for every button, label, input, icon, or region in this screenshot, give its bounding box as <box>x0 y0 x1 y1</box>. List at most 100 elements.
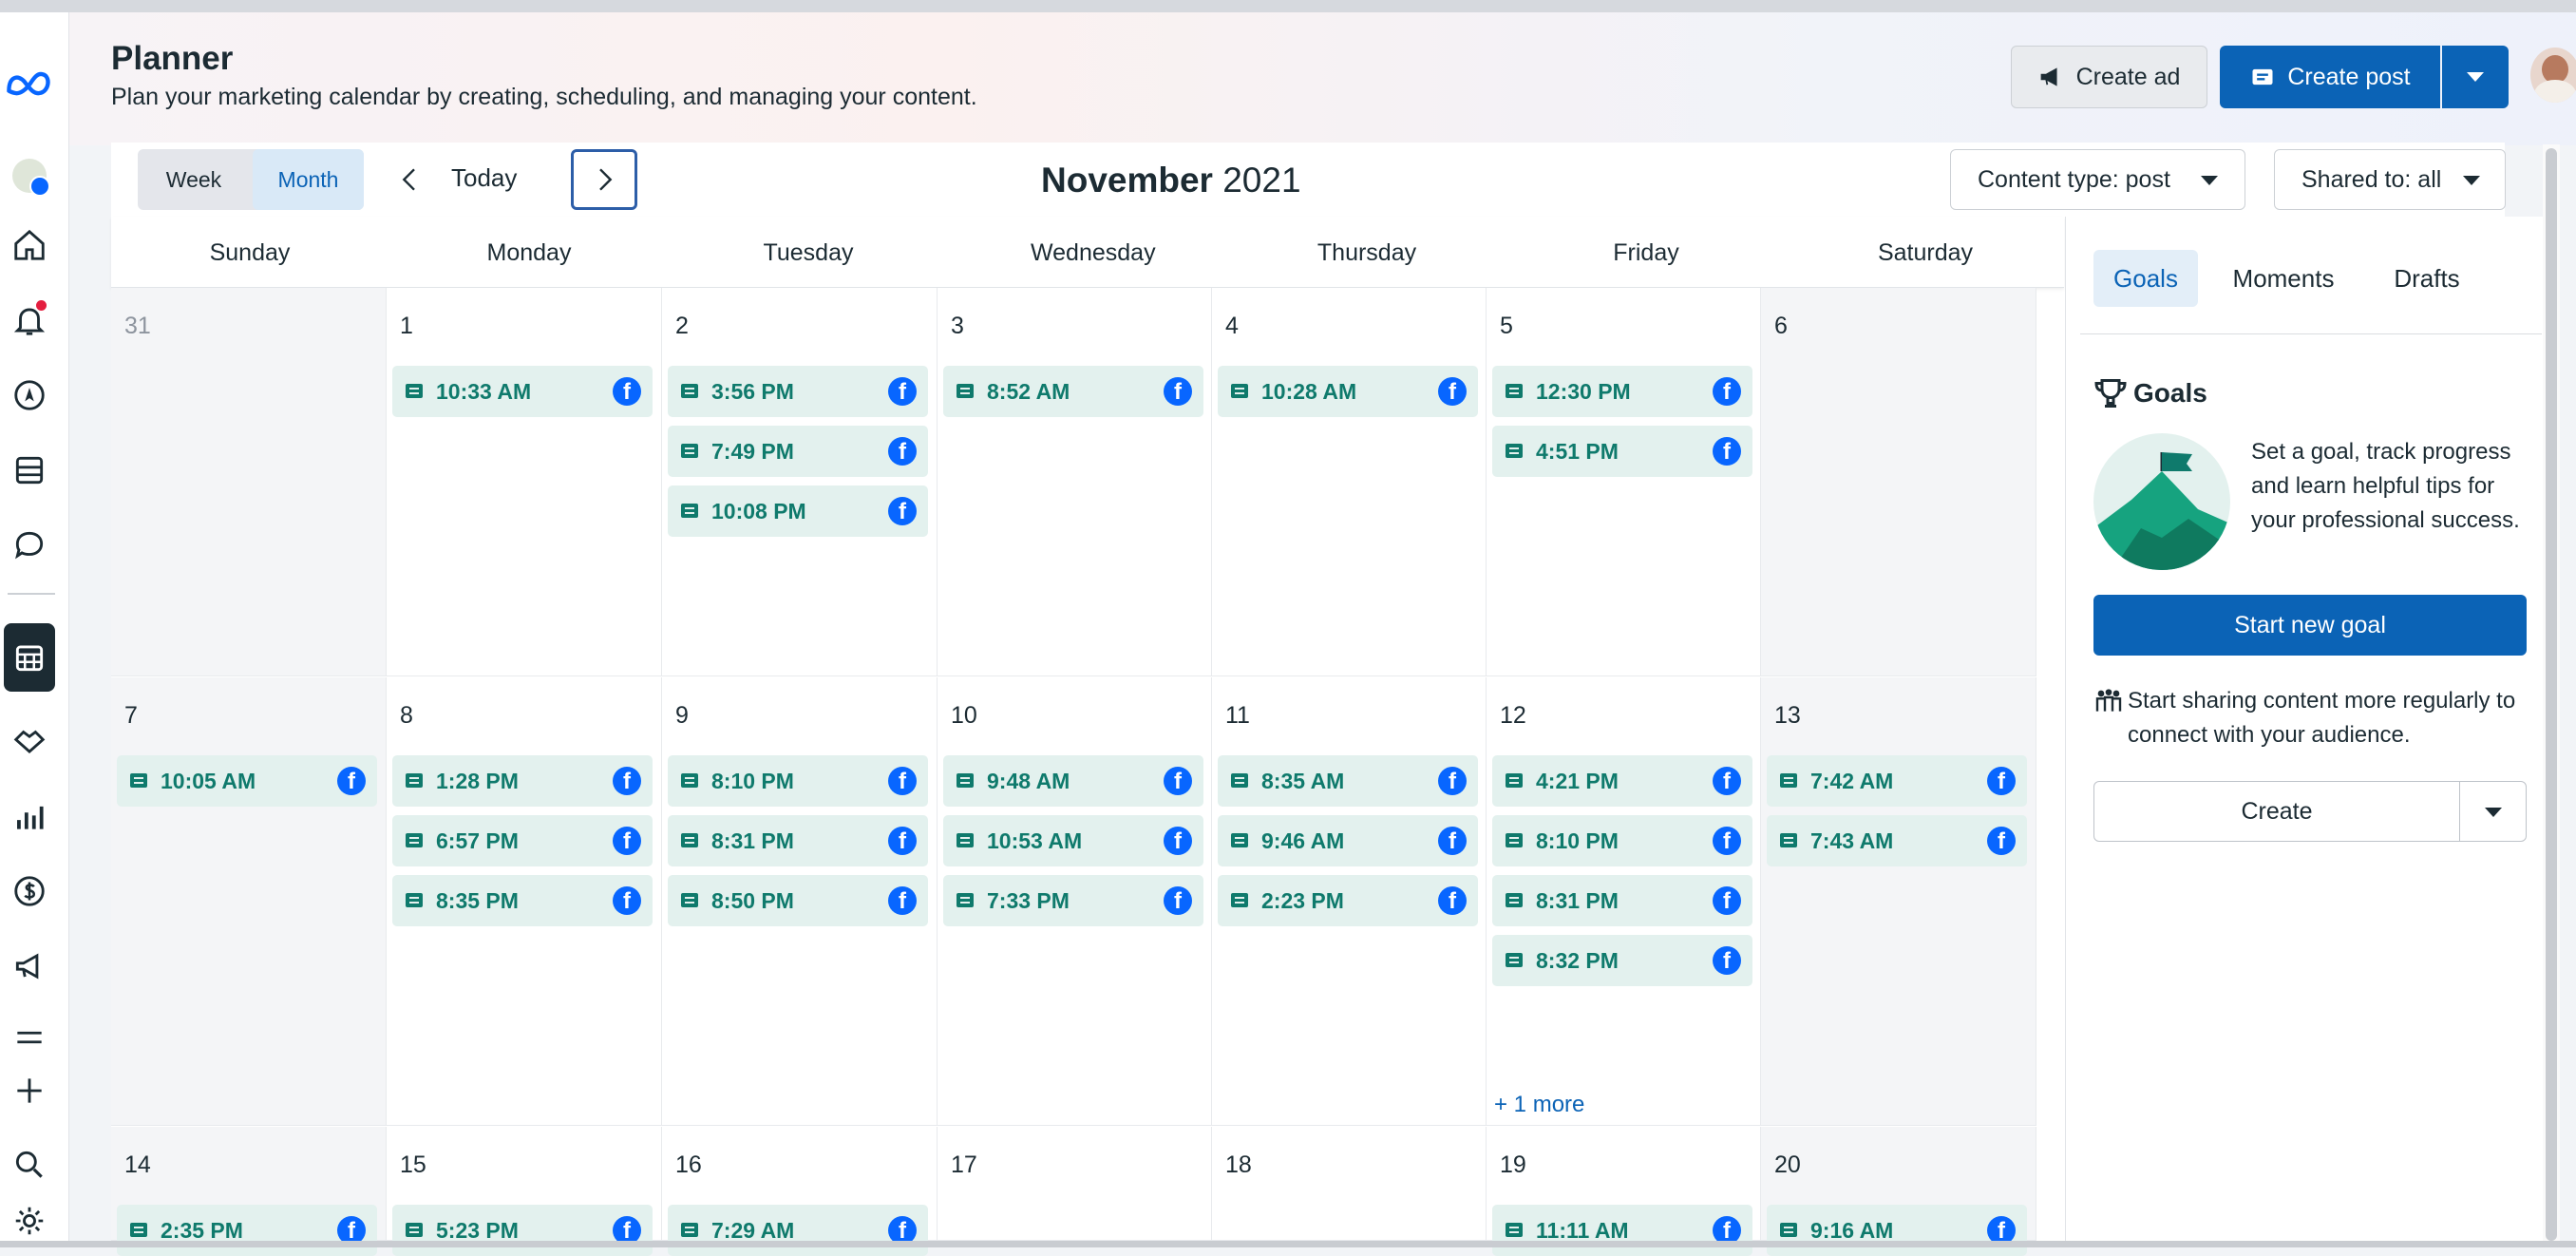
calendar-day-cell[interactable]: 10 9:48 AM f 10:53 AM f 7:33 PM f <box>938 677 1212 1126</box>
settings-gear-icon[interactable] <box>4 1195 55 1246</box>
scheduled-post-event[interactable]: 7:42 AM f <box>1767 755 2027 807</box>
browser-top-strip <box>0 0 2576 12</box>
more-events-link[interactable]: + 1 more <box>1494 1092 1584 1118</box>
scheduled-post-event[interactable]: 8:10 PM f <box>668 755 928 807</box>
tab-drafts[interactable]: Drafts <box>2375 250 2479 307</box>
scheduled-post-event[interactable]: 10:08 PM f <box>668 485 928 537</box>
inbox-chat-icon[interactable] <box>4 520 55 571</box>
insights-bar-chart-icon[interactable] <box>4 791 55 843</box>
calendar-day-cell[interactable]: 13 7:42 AM f 7:43 AM f <box>1761 677 2036 1126</box>
content-library-icon[interactable] <box>4 445 55 496</box>
scheduled-post-event[interactable]: 9:16 AM f <box>1767 1205 2027 1256</box>
scheduled-post-event[interactable]: 6:57 PM f <box>392 815 653 866</box>
scheduled-post-event[interactable]: 8:10 PM f <box>1492 815 1752 866</box>
scheduled-post-event[interactable]: 9:48 AM f <box>943 755 1203 807</box>
post-icon <box>957 384 974 398</box>
create-button[interactable]: Create <box>2093 781 2460 842</box>
scheduled-post-event[interactable]: 12:30 PM f <box>1492 366 1752 417</box>
add-plus-icon[interactable] <box>4 1065 55 1116</box>
scheduled-post-event[interactable]: 4:21 PM f <box>1492 755 1752 807</box>
create-dropdown-button[interactable] <box>2459 781 2527 842</box>
planner-calendar-icon[interactable] <box>4 623 55 692</box>
scheduled-post-event[interactable]: 9:46 AM f <box>1218 815 1478 866</box>
scheduled-post-event[interactable]: 8:35 PM f <box>392 875 653 926</box>
start-new-goal-button[interactable]: Start new goal <box>2093 595 2527 656</box>
calendar-day-cell[interactable]: 9 8:10 PM f 8:31 PM f 8:50 PM f <box>662 677 938 1126</box>
create-post-dropdown-button[interactable] <box>2442 46 2509 108</box>
create-ad-button[interactable]: Create ad <box>2011 46 2207 108</box>
next-month-button[interactable] <box>571 149 637 210</box>
calendar-day-cell[interactable]: 17 <box>938 1127 1212 1241</box>
calendar-day-cell[interactable]: 18 <box>1212 1127 1487 1241</box>
scheduled-post-event[interactable]: 11:11 AM f <box>1492 1205 1752 1256</box>
monetization-dollar-icon[interactable] <box>4 866 55 917</box>
scheduled-post-event[interactable]: 8:52 AM f <box>943 366 1203 417</box>
previous-month-button[interactable] <box>387 149 434 210</box>
page-avatar-icon[interactable] <box>4 150 55 201</box>
meta-logo-icon[interactable] <box>4 58 55 109</box>
scheduled-post-event[interactable]: 8:50 PM f <box>668 875 928 926</box>
user-avatar[interactable] <box>2530 48 2576 103</box>
chevron-down-icon <box>2463 176 2480 185</box>
ads-megaphone-icon[interactable] <box>4 941 55 992</box>
scheduled-post-event[interactable]: 8:31 PM f <box>668 815 928 866</box>
event-time: 9:48 AM <box>987 768 1070 793</box>
calendar-day-cell[interactable]: 16 7:29 AM f <box>662 1127 938 1256</box>
post-icon <box>681 893 698 907</box>
calendar-day-cell[interactable]: 6 <box>1761 288 2036 676</box>
facebook-icon: f <box>1164 886 1192 915</box>
scheduled-post-event[interactable]: 5:23 PM f <box>392 1205 653 1256</box>
calendar-day-cell[interactable]: 2 3:56 PM f 7:49 PM f 10:08 PM f <box>662 288 938 676</box>
weekday-label-1: Monday <box>486 239 572 266</box>
scheduled-post-event[interactable]: 8:31 PM f <box>1492 875 1752 926</box>
calendar-day-cell[interactable]: 15 5:23 PM f <box>387 1127 662 1256</box>
calendar-day-cell[interactable]: 19 11:11 AM f <box>1487 1127 1761 1256</box>
partnerships-handshake-icon[interactable] <box>4 715 55 767</box>
event-time: 6:57 PM <box>436 828 519 853</box>
search-icon[interactable] <box>4 1139 55 1190</box>
notifications-bell-icon[interactable] <box>4 295 55 346</box>
tab-goals[interactable]: Goals <box>2093 250 2198 307</box>
calendar-day-cell[interactable]: 3 8:52 AM f <box>938 288 1212 676</box>
calendar-day-cell[interactable]: 20 9:16 AM f <box>1761 1127 2036 1256</box>
scheduled-post-event[interactable]: 10:05 AM f <box>117 755 377 807</box>
calendar-day-cell[interactable]: 11 8:35 AM f 9:46 AM f 2:23 PM f <box>1212 677 1487 1126</box>
scheduled-post-event[interactable]: 10:53 AM f <box>943 815 1203 866</box>
scrollbar-thumb[interactable] <box>2546 148 2557 1241</box>
scheduled-post-event[interactable]: 8:32 PM f <box>1492 935 1752 986</box>
week-view-button[interactable]: Week <box>138 149 250 210</box>
today-button[interactable]: Today <box>451 163 517 193</box>
scheduled-post-event[interactable]: 2:23 PM f <box>1218 875 1478 926</box>
facebook-icon: f <box>888 886 917 915</box>
scheduled-post-event[interactable]: 7:29 AM f <box>668 1205 928 1256</box>
scheduled-post-event[interactable]: 1:28 PM f <box>392 755 653 807</box>
all-tools-menu-icon[interactable] <box>4 1012 55 1063</box>
scheduled-post-event[interactable]: 7:33 PM f <box>943 875 1203 926</box>
weekday-label-5: Friday <box>1613 239 1679 266</box>
scheduled-post-event[interactable]: 3:56 PM f <box>668 366 928 417</box>
calendar-day-cell[interactable]: 12 4:21 PM f 8:10 PM f 8:31 PM f 8:32 PM f + 1 mo… <box>1487 677 1761 1126</box>
calendar-day-cell[interactable]: 4 10:28 AM f <box>1212 288 1487 676</box>
month-view-button[interactable]: Month <box>253 149 364 210</box>
scheduled-post-event[interactable]: 4:51 PM f <box>1492 426 1752 477</box>
scheduled-post-event[interactable]: 7:49 PM f <box>668 426 928 477</box>
tab-moments[interactable]: Moments <box>2215 250 2352 307</box>
calendar-day-cell[interactable]: 7 10:05 AM f <box>111 677 387 1126</box>
calendar-day-cell[interactable]: 5 12:30 PM f 4:51 PM f <box>1487 288 1761 676</box>
create-post-button[interactable]: Create post <box>2220 46 2440 108</box>
scheduled-post-event[interactable]: 2:35 PM f <box>117 1205 377 1256</box>
calendar-day-cell[interactable]: 31 <box>111 288 387 676</box>
scheduled-post-event[interactable]: 10:28 AM f <box>1218 366 1478 417</box>
scheduled-post-event[interactable]: 10:33 AM f <box>392 366 653 417</box>
post-icon <box>681 1223 698 1237</box>
shared-to-dropdown[interactable]: Shared to: all <box>2274 149 2506 210</box>
compass-icon[interactable] <box>4 370 55 421</box>
content-type-dropdown[interactable]: Content type: post <box>1950 149 2245 210</box>
calendar-day-cell[interactable]: 8 1:28 PM f 6:57 PM f 8:35 PM f <box>387 677 662 1126</box>
home-icon[interactable] <box>4 219 55 271</box>
calendar-day-cell[interactable]: 14 2:35 PM f <box>111 1127 387 1256</box>
calendar-day-cell[interactable]: 1 10:33 AM f <box>387 288 662 676</box>
scheduled-post-event[interactable]: 8:35 AM f <box>1218 755 1478 807</box>
facebook-icon: f <box>1438 767 1467 795</box>
scheduled-post-event[interactable]: 7:43 AM f <box>1767 815 2027 866</box>
